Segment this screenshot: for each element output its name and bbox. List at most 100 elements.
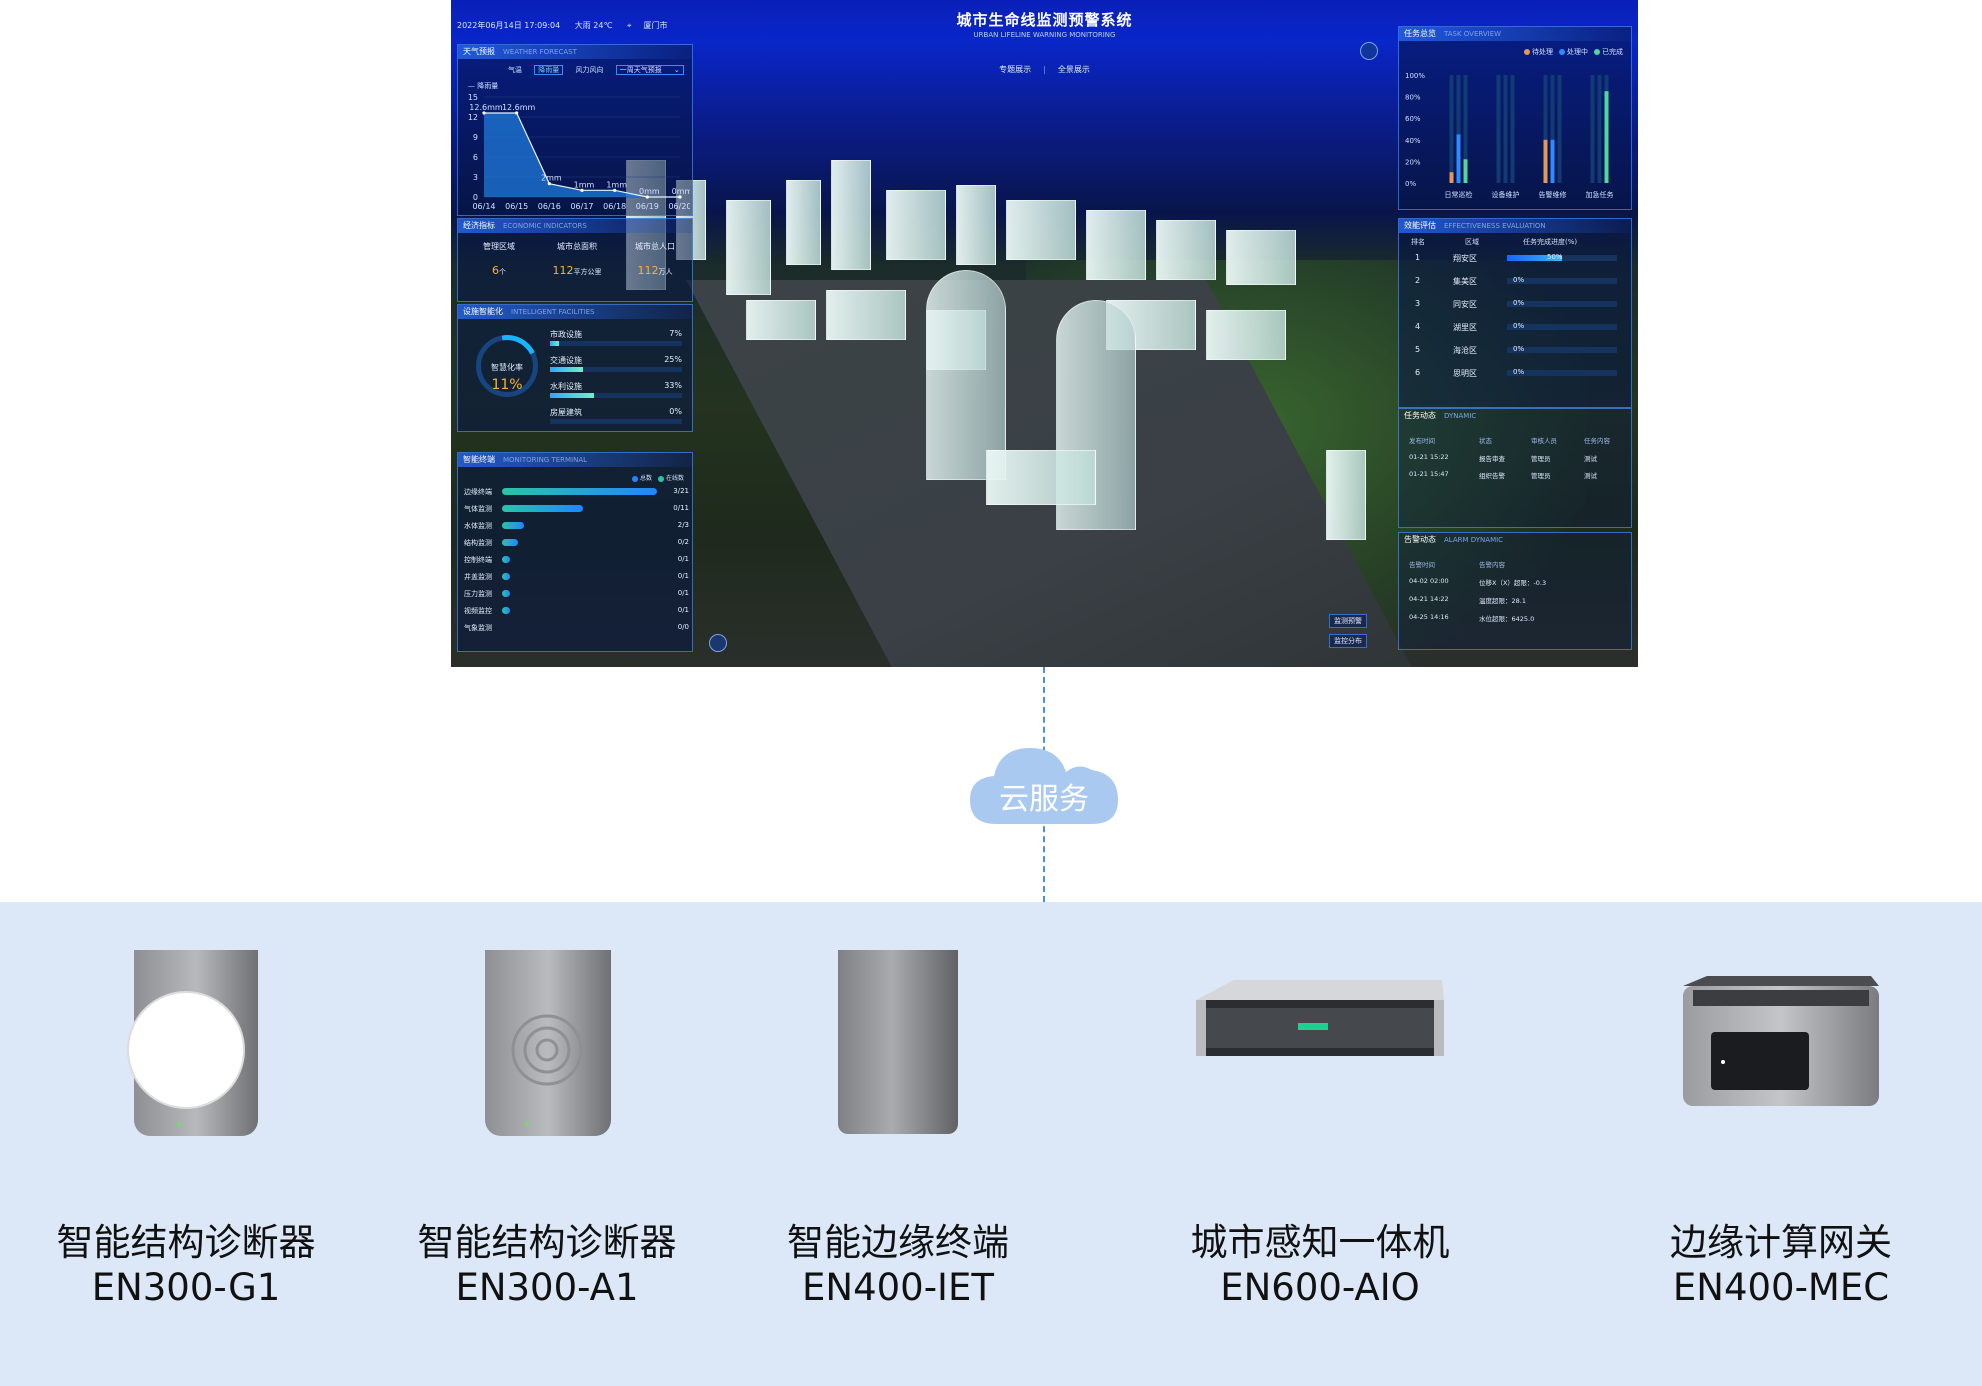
task-person: 管理员 [1531,472,1551,480]
terminal-row: 井盖监测 0/1 [464,570,689,587]
panel-title-en: MONITORING TERMINAL [503,456,588,464]
district: 同安区 [1453,300,1477,309]
globe-button-icon[interactable] [1360,42,1378,60]
device-card[interactable]: 城市感知一体机 EN600-AIO [1150,902,1490,1386]
progress-value: 0% [1513,299,1525,307]
facility-label: 市政设施 [550,330,582,339]
facility-percent: 7% [669,329,682,338]
progress-value: 0% [1513,345,1525,353]
rainfall-data-label: 12.6mm [469,103,503,112]
gauge-value: 11% [491,377,523,393]
cloud-label: 云服务 [999,782,1089,817]
tab-temperature[interactable]: 气温 [508,66,522,74]
facility-bar-track [550,393,682,398]
terminal-bar [502,590,510,597]
y-tick-label: 15 [468,93,478,102]
weather-panel: 天气预报 WEATHER FORECAST 气温 降雨量 风力风向 一周天气预报 … [457,44,693,216]
facility-bar-track [550,419,682,424]
task-time: 01-21 15:47 [1409,470,1449,478]
rainfall-data-label: 0mm [672,187,690,196]
facility-bar-track [550,341,682,346]
terminal-label: 控制终端 [464,556,492,564]
facility-row: 水利设施 33% [550,381,682,403]
district: 思明区 [1453,369,1477,378]
alarm-time: 04-02 02:00 [1409,577,1449,585]
facility-row: 交通设施 25% [550,355,682,377]
bar-track [1597,75,1602,183]
rainfall-data-label: 0mm [639,187,660,196]
panel-title: 告警动态 [1404,535,1436,544]
panel-title-en: ECONOMIC INDICATORS [503,222,587,230]
device-card[interactable]: 智能边缘终端 EN400-IET [728,902,1068,1386]
y-tick-label: 0% [1405,180,1416,188]
monitoring-distribution-button[interactable]: 监控分布 [1329,634,1367,648]
cloud-service: 云服务 [966,738,1122,828]
forecast-range-select[interactable]: 一周天气预报 ⌄ [615,65,684,75]
facility-label: 水利设施 [550,382,582,391]
progress-value: 50% [1547,253,1563,261]
x-tick-label: 06/17 [570,202,593,211]
x-tick-label: 06/19 [636,202,659,211]
terminal-bar [502,488,657,495]
y-tick-label: 3 [473,173,478,182]
layers-button-icon[interactable] [709,634,727,652]
panel-title: 天气预报 [463,47,495,56]
panel-title-en: TASK OVERVIEW [1444,30,1502,38]
tab-wind[interactable]: 风力风向 [575,66,603,74]
facility-label: 交通设施 [550,356,582,365]
tab-topic-view[interactable]: 专题展示 [999,65,1031,74]
dashboard-screenshot: 2022年06月14日 17:09:04 大雨 24℃ ⌖ 厦门市 城市生命线监测… [451,0,1638,667]
rank: 4 [1415,322,1421,331]
device-card[interactable]: 边缘计算网关 EN400-MEC [1611,902,1951,1386]
facility-bar-fill [550,341,560,346]
rainfall-data-label: 2mm [541,174,562,183]
terminal-row: 气体监测 0/11 [464,502,689,519]
effectiveness-row: 2 集美区 0% [1405,276,1627,294]
device-name: 智能结构诊断器 [56,1221,316,1264]
panel-title-en: WEATHER FORECAST [503,48,577,56]
bar-track [1496,75,1501,183]
task-panel: 任务总览 TASK OVERVIEW 待处理 处理中 已完成 100% 80% 60% 40… [1398,26,1632,210]
task-time: 01-21 15:22 [1409,453,1449,461]
device-card[interactable]: 智能结构诊断器 EN300-A1 [377,902,717,1386]
x-tick-label: 06/16 [538,202,561,211]
facility-bar-fill [550,367,583,372]
rank: 5 [1415,345,1421,354]
panel-title: 效能评估 [1404,221,1436,230]
task-status: 报告审查 [1479,455,1505,463]
rank: 2 [1415,276,1421,285]
task-content: 测试 [1584,455,1597,463]
progress-value: 0% [1513,322,1525,330]
facility-bar-track [550,367,682,372]
terminal-label: 气体监测 [464,505,492,513]
city-3d-scene[interactable] [626,140,1586,667]
y-tick-label: 6 [473,153,478,162]
y-tick-label: 80% [1405,94,1421,102]
gauge-label: 智慧化率 [491,363,523,372]
facility-label: 房屋建筑 [550,408,582,417]
district: 翔安区 [1453,254,1477,263]
terminal-value: 0/11 [673,504,689,512]
tab-panorama-view[interactable]: 全景展示 [1058,65,1090,74]
task-person: 管理员 [1531,455,1551,463]
facility-percent: 0% [669,407,682,416]
x-tick-label: 06/20 [668,202,690,211]
terminal-value: 0/1 [677,589,689,597]
terminal-row: 结构监测 0/2 [464,536,689,553]
alarm-dynamic-panel: 告警动态 ALARM DYNAMIC 告警时间 告警内容 04-02 02:00 位移… [1398,532,1632,650]
indicator-population: 城市总人口 112万人 [635,242,675,277]
terminal-bar [502,607,510,614]
x-tick-label: 06/18 [603,202,626,211]
bar-待处理 [1543,139,1548,183]
economy-panel: 经济指标 ECONOMIC INDICATORS 管理区域 6个 城市总面积 112平… [457,218,693,302]
x-tick-label: 日常巡检 [1445,190,1473,199]
device-name: 边缘计算网关 [1670,1221,1892,1264]
y-tick-label: 60% [1405,115,1421,123]
y-tick-label: 100% [1405,72,1425,80]
terminal-value: 0/1 [677,555,689,563]
district: 海沧区 [1453,346,1477,355]
monitoring-warning-button[interactable]: 监测预警 [1329,614,1367,628]
tab-rainfall[interactable]: 降雨量 [534,65,564,75]
device-card[interactable]: 智能结构诊断器 EN300-G1 [16,902,356,1386]
terminal-value: 2/3 [677,521,689,529]
